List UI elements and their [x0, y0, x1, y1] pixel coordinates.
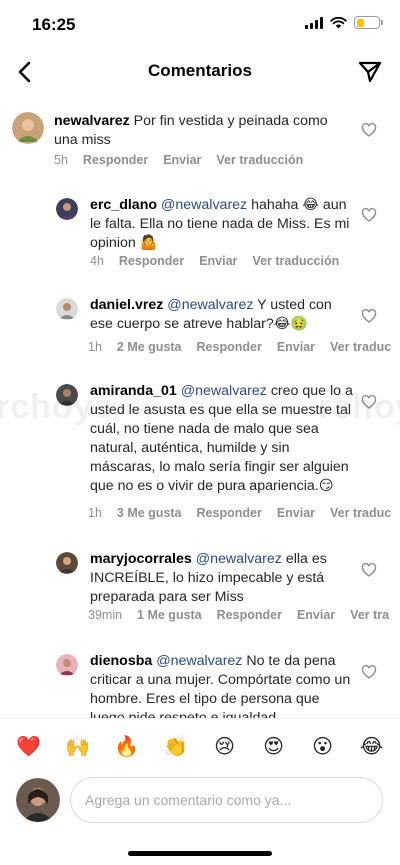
comment-username[interactable]: maryjocorrales — [90, 551, 192, 567]
mention-link[interactable]: @newalvarez — [156, 653, 242, 669]
comment-time: 1h — [88, 340, 102, 354]
wifi-icon — [330, 16, 347, 28]
comment-username[interactable]: newalvarez — [54, 113, 130, 129]
heart-icon[interactable] — [361, 207, 377, 223]
signal-icon — [305, 16, 323, 29]
list-item: dienosba @newalvarez No te da pena criti… — [0, 650, 400, 718]
reply-button[interactable]: Responder — [119, 254, 184, 268]
emoji-reaction-bar: ❤️ 🙌 🔥 👏 😢 😍 😮 😂 — [0, 718, 400, 773]
send-button[interactable]: Enviar — [199, 254, 237, 268]
emoji-clap-button[interactable]: 👏 — [160, 730, 192, 762]
comment-meta: 4h Responder Enviar Ver traducción — [90, 254, 339, 268]
heart-icon[interactable] — [361, 308, 377, 324]
emoji-laughing-button[interactable]: 😂 — [356, 730, 388, 762]
list-item: daniel.vrez @newalvarez Y usted con ese … — [0, 292, 400, 364]
translate-button[interactable]: Ver traducción — [216, 153, 303, 167]
translate-button[interactable]: Ver tra — [350, 608, 389, 622]
avatar[interactable] — [56, 298, 78, 320]
paper-plane-icon — [358, 61, 382, 83]
heart-icon[interactable] — [361, 562, 377, 578]
avatar[interactable] — [12, 112, 44, 144]
emoji-raised-hands-button[interactable]: 🙌 — [62, 730, 94, 762]
status-icons — [305, 16, 383, 29]
send-button[interactable]: Enviar — [163, 153, 201, 167]
emoji-crying-button[interactable]: 😢 — [209, 730, 241, 762]
comment-username[interactable]: erc_dlano — [90, 197, 157, 213]
list-item: maryjocorrales @newalvarez ella es INCRE… — [0, 548, 400, 628]
avatar[interactable] — [16, 778, 60, 822]
nav-bar: Comentarios — [0, 50, 400, 94]
status-time: 16:25 — [32, 15, 76, 34]
comment-meta: 1h 2 Me gusta Responder Enviar Ver tradu… — [88, 340, 391, 354]
emoji-surprised-button[interactable]: 😮 — [307, 730, 339, 762]
watermark-text: rchoyc — [0, 388, 114, 426]
status-bar: 16:25 — [0, 0, 400, 50]
emoji-heart-eyes-button[interactable]: 😍 — [258, 730, 290, 762]
emoji-fire-button[interactable]: 🔥 — [111, 730, 143, 762]
home-indicator — [128, 851, 272, 856]
reply-button[interactable]: Responder — [217, 608, 282, 622]
send-button[interactable]: Enviar — [277, 340, 315, 354]
comment-time: 39min — [88, 608, 123, 622]
likes-count[interactable]: 1 Me gusta — [137, 608, 202, 622]
list-item: erc_dlano @newalvarez hahaha 😂 aun le fa… — [0, 190, 400, 280]
avatar[interactable] — [56, 552, 78, 574]
comment-time: 1h — [88, 506, 102, 520]
avatar[interactable] — [56, 654, 78, 676]
translate-button[interactable]: Ver traduc — [330, 340, 391, 354]
caption-comment: newalvarez Por fin vestida y peinada com… — [0, 100, 400, 180]
comment-input[interactable] — [70, 777, 383, 823]
send-button[interactable]: Enviar — [277, 506, 315, 520]
heart-icon[interactable] — [361, 122, 377, 138]
translate-button[interactable]: Ver traducción — [252, 254, 339, 268]
watermark-text: .com — [200, 472, 265, 502]
send-button[interactable]: Enviar — [297, 608, 335, 622]
reply-button[interactable]: Responder — [197, 506, 262, 520]
translate-button[interactable]: Ver traduc — [330, 506, 391, 520]
reply-button[interactable]: Responder — [197, 340, 262, 354]
mention-link[interactable]: @newalvarez — [181, 383, 267, 399]
avatar[interactable] — [56, 198, 78, 220]
likes-count[interactable]: 2 Me gusta — [117, 340, 182, 354]
mention-link[interactable]: @newalvarez — [161, 197, 247, 213]
page-title: Comentarios — [148, 61, 252, 80]
comment-input-bar — [0, 773, 400, 833]
battery-icon — [354, 16, 383, 29]
comment-username[interactable]: daniel.vrez — [90, 297, 163, 313]
likes-count[interactable]: 3 Me gusta — [117, 506, 182, 520]
reply-button[interactable]: Responder — [83, 153, 148, 167]
heart-icon[interactable] — [361, 664, 377, 680]
comment-meta: 39min 1 Me gusta Responder Enviar Ver tr… — [88, 608, 389, 622]
emoji-heart-button[interactable]: ❤️ — [13, 730, 45, 762]
mention-link[interactable]: @newalvarez — [167, 297, 253, 313]
watermark-text: rchoyc — [318, 388, 400, 426]
comment-time: 5h — [54, 153, 68, 167]
mention-link[interactable]: @newalvarez — [196, 551, 282, 567]
comment-meta: 5h Responder Enviar Ver traducción — [54, 153, 303, 167]
comment-time: 4h — [90, 254, 104, 268]
comment-meta: 1h 3 Me gusta Responder Enviar Ver tradu… — [88, 506, 391, 520]
comments-list[interactable]: newalvarez Por fin vestida y peinada com… — [0, 100, 400, 718]
comment-username[interactable]: dienosba — [90, 653, 152, 669]
share-button[interactable] — [354, 56, 386, 88]
